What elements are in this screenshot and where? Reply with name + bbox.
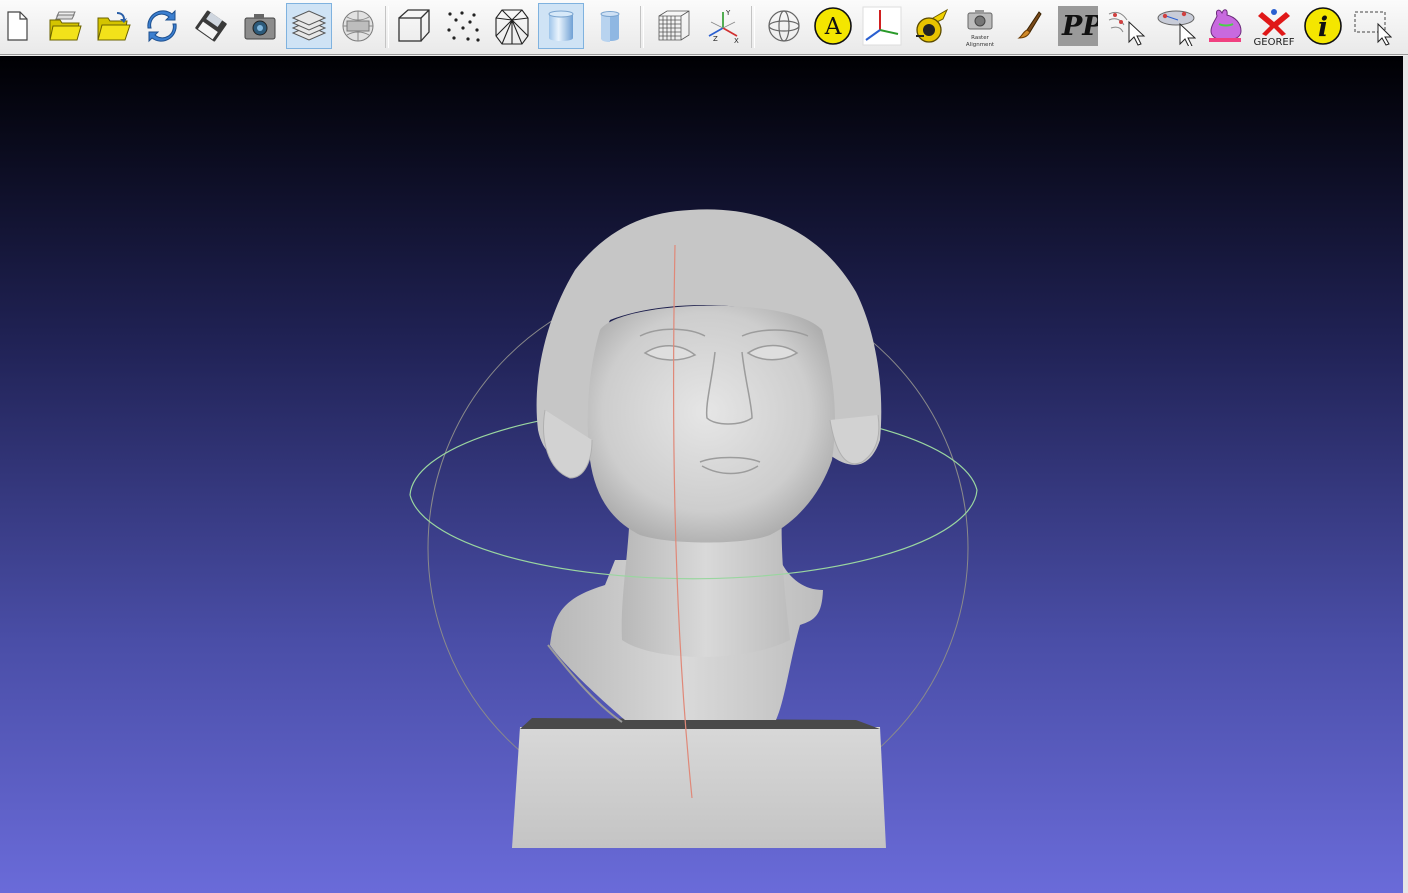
align-tool-button[interactable] bbox=[859, 3, 905, 49]
show-axis-button[interactable]: Y Z X bbox=[700, 3, 746, 49]
pp-icon: PP bbox=[1058, 6, 1098, 46]
measure-tool-button[interactable] bbox=[908, 3, 954, 49]
smooth-render-button[interactable] bbox=[538, 3, 584, 49]
point-picker-button[interactable]: PP bbox=[1055, 3, 1101, 49]
dashed-select-icon bbox=[1354, 11, 1392, 46]
georef-button[interactable]: GEOREF bbox=[1251, 3, 1297, 49]
bounding-box-button[interactable] bbox=[391, 3, 437, 49]
axis-z-label: Z bbox=[713, 35, 718, 43]
open-folder-icon bbox=[97, 12, 131, 41]
axis-x-label: X bbox=[734, 37, 739, 45]
globe-raster-icon bbox=[342, 10, 374, 42]
align-axes-icon bbox=[862, 6, 902, 46]
annotation-a-icon: A bbox=[814, 7, 852, 45]
flat-cylinder-icon bbox=[600, 11, 620, 42]
open-project-button[interactable] bbox=[42, 3, 88, 49]
layered-folder-icon bbox=[49, 11, 82, 41]
raster-alignment-label: Raster Alignment bbox=[965, 35, 995, 48]
tape-measure-icon bbox=[916, 8, 949, 43]
select-region-button[interactable] bbox=[1349, 3, 1395, 49]
bust-face bbox=[587, 305, 835, 543]
axis-icon: Y Z X bbox=[708, 9, 739, 45]
manipulator-button[interactable] bbox=[761, 3, 807, 49]
points-icon bbox=[447, 11, 480, 42]
main-toolbar: Y Z X A Raster Alignment PP GEOREF i bbox=[0, 0, 1408, 55]
axis-y-label: Y bbox=[725, 9, 731, 17]
layers-icon bbox=[291, 10, 327, 41]
flat-render-button[interactable] bbox=[587, 3, 633, 49]
info-letter: i bbox=[1318, 12, 1328, 43]
viewport-right-border bbox=[1403, 56, 1408, 893]
smooth-cylinder-icon bbox=[548, 10, 574, 41]
scene-canvas bbox=[409, 209, 978, 848]
paint-tool-button[interactable] bbox=[1006, 3, 1052, 49]
reload-arrows-icon bbox=[147, 9, 177, 43]
select-area-button[interactable] bbox=[1153, 3, 1199, 49]
info-icon: i bbox=[1304, 7, 1342, 45]
camera-icon bbox=[244, 14, 276, 40]
new-project-button[interactable] bbox=[0, 3, 39, 49]
new-file-icon bbox=[7, 11, 28, 41]
paintbrush-icon bbox=[1017, 11, 1042, 39]
wireframe-render-button[interactable] bbox=[489, 3, 535, 49]
select-cursor-icon bbox=[1108, 11, 1146, 46]
info-button[interactable]: i bbox=[1300, 3, 1346, 49]
select-connected-button[interactable] bbox=[1104, 3, 1150, 49]
raster-alignment-button[interactable]: Raster Alignment bbox=[957, 3, 1003, 49]
layer-dialog-button[interactable] bbox=[286, 3, 332, 49]
pp-label: PP bbox=[1061, 11, 1098, 42]
select-plane-icon bbox=[1157, 10, 1196, 46]
annotation-button[interactable]: A bbox=[810, 3, 856, 49]
3d-viewport[interactable] bbox=[0, 56, 1403, 893]
reload-button[interactable] bbox=[139, 3, 185, 49]
wire-cube-icon bbox=[398, 9, 430, 42]
color-bunny-icon bbox=[1209, 9, 1242, 42]
save-button[interactable] bbox=[188, 3, 234, 49]
background-grid-button[interactable] bbox=[650, 3, 696, 49]
georef-label: GEOREF bbox=[1253, 37, 1295, 48]
grid-cube-icon bbox=[658, 10, 690, 41]
bust-pedestal bbox=[512, 718, 886, 848]
vertex-color-button[interactable] bbox=[1202, 3, 1248, 49]
annotation-letter: A bbox=[824, 14, 842, 40]
import-mesh-button[interactable] bbox=[90, 3, 136, 49]
wireframe-icon bbox=[495, 9, 529, 45]
trackball-icon bbox=[768, 10, 800, 42]
points-render-button[interactable] bbox=[440, 3, 486, 49]
floppy-disk-icon bbox=[195, 10, 227, 42]
snapshot-button[interactable] bbox=[237, 3, 283, 49]
raster-layer-button[interactable] bbox=[335, 3, 381, 49]
